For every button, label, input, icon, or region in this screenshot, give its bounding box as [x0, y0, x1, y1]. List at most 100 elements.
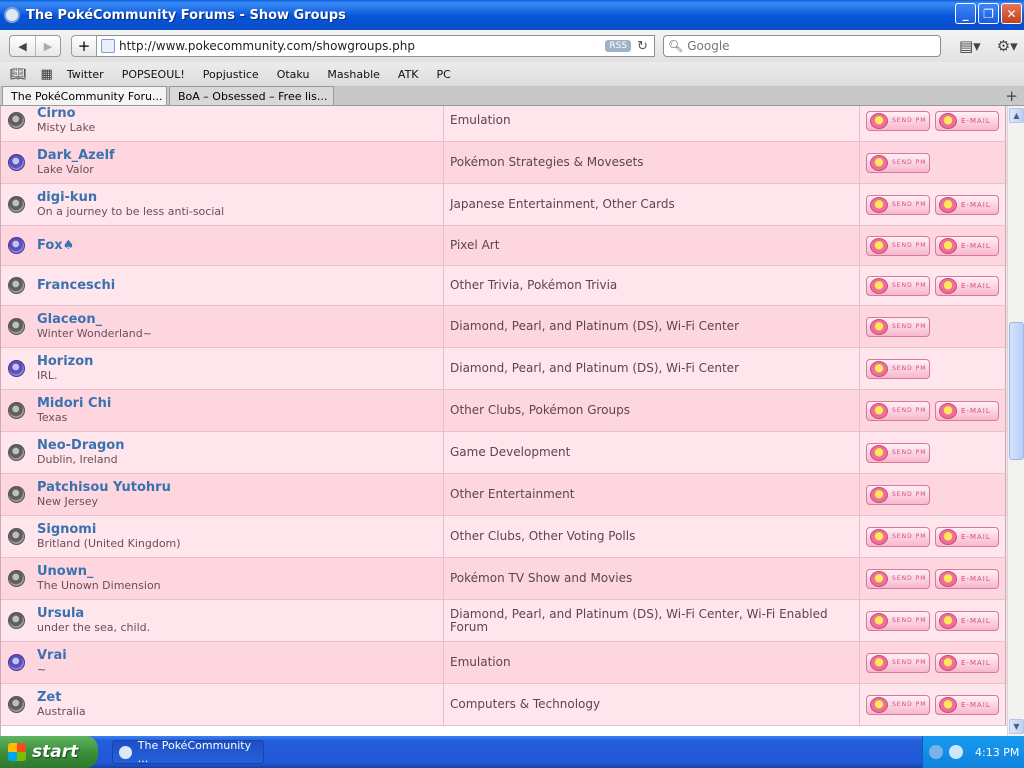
member-title: Dublin, Ireland [37, 452, 118, 466]
send-pm-button[interactable]: SEND PM [866, 694, 930, 715]
mascot-icon [939, 612, 957, 629]
member-title: IRL. [37, 368, 58, 382]
member-name-link[interactable]: Neo-Dragon [37, 438, 125, 453]
send-pm-button[interactable]: SEND PM [866, 442, 930, 463]
email-button[interactable]: E-MAIL [935, 400, 999, 421]
forward-button[interactable]: ▶ [35, 36, 60, 56]
taskbar-window-button[interactable]: The PokéCommunity ... [112, 739, 264, 765]
online-status-icon [8, 154, 25, 171]
tab-boa[interactable]: BoA – Obsessed – Free lis... [169, 86, 334, 105]
rss-button[interactable]: RSS [605, 40, 632, 52]
send-pm-button[interactable]: SEND PM [866, 358, 930, 379]
email-button[interactable]: E-MAIL [935, 568, 999, 589]
maximize-button[interactable]: ❐ [978, 3, 999, 24]
member-name-link[interactable]: Signomi [37, 522, 181, 537]
send-pm-button[interactable]: SEND PM [866, 235, 930, 256]
table-row: Midori Chi Texas Other Clubs, Pokémon Grou… [1, 390, 1007, 432]
bookmark-atk[interactable]: ATK [398, 68, 419, 81]
member-name-link[interactable]: Vrai [37, 648, 67, 663]
send-pm-button[interactable]: SEND PM [866, 400, 930, 421]
member-cell: Glaceon_ Winter Wonderland~ [1, 306, 444, 347]
open-book-icon[interactable]: 📖︎ [10, 67, 27, 82]
page-menu-icon[interactable]: ▤▾ [959, 37, 981, 55]
email-button[interactable]: E-MAIL [935, 610, 999, 631]
bookmark-mashable[interactable]: Mashable [327, 68, 379, 81]
browser-task-icon [119, 745, 132, 759]
start-button[interactable]: start [0, 736, 98, 768]
send-pm-button[interactable]: SEND PM [866, 526, 930, 547]
email-label: E-MAIL [961, 700, 991, 709]
email-button[interactable]: E-MAIL [935, 694, 999, 715]
reload-icon[interactable]: ↻ [637, 39, 648, 54]
member-name-link[interactable]: Fox♠ [37, 238, 74, 253]
member-name-link[interactable]: Cirno [37, 106, 95, 121]
send-pm-label: SEND PM [892, 575, 927, 582]
vertical-scrollbar[interactable]: ▲ ▼ [1007, 106, 1024, 736]
offline-status-icon [8, 696, 25, 713]
send-pm-button[interactable]: SEND PM [866, 610, 930, 631]
minimize-button[interactable]: _ [955, 3, 976, 24]
search-input[interactable] [687, 39, 928, 53]
email-button[interactable]: E-MAIL [935, 275, 999, 296]
actions-cell: SEND PM E-MAIL [860, 266, 1006, 305]
send-pm-button[interactable]: SEND PM [866, 484, 930, 505]
online-status-icon [8, 360, 25, 377]
email-button[interactable]: E-MAIL [935, 235, 999, 256]
scroll-thumb[interactable] [1009, 322, 1024, 460]
member-name-link[interactable]: Zet [37, 690, 86, 705]
scroll-down-button[interactable]: ▼ [1009, 719, 1024, 734]
member-name-link[interactable]: Ursula [37, 606, 150, 621]
tray-arrow-icon[interactable] [929, 745, 943, 759]
moderated-forums: Emulation [450, 655, 511, 669]
tray-app-icon[interactable] [949, 745, 963, 759]
offline-status-icon [8, 612, 25, 629]
actions-cell: SEND PM E-MAIL [860, 106, 1006, 141]
bookmark-popjustice[interactable]: Popjustice [203, 68, 259, 81]
send-pm-button[interactable]: SEND PM [866, 652, 930, 673]
mascot-icon [870, 612, 888, 629]
address-bar[interactable]: http://www.pokecommunity.com/showgroups.… [97, 35, 655, 57]
send-pm-button[interactable]: SEND PM [866, 110, 930, 131]
bookmark-popseoul[interactable]: POPSEOUL! [122, 68, 185, 81]
moderated-forums: Other Clubs, Other Voting Polls [450, 529, 636, 543]
close-button[interactable]: ✕ [1001, 3, 1022, 24]
bookmark-otaku[interactable]: Otaku [277, 68, 310, 81]
member-name-link[interactable]: Patchisou Yutohru [37, 480, 171, 495]
system-tray: 4:13 PM [922, 736, 1024, 768]
offline-status-icon [8, 112, 25, 129]
forums-cell: Other Entertainment [444, 474, 860, 515]
send-pm-label: SEND PM [892, 407, 927, 414]
search-icon[interactable]: 🔍︎ [668, 39, 683, 53]
address-url[interactable]: http://www.pokecommunity.com/showgroups.… [119, 39, 605, 53]
member-name-link[interactable]: Glaceon_ [37, 312, 152, 327]
send-pm-button[interactable]: SEND PM [866, 568, 930, 589]
gear-icon[interactable]: ⚙▾ [997, 37, 1018, 55]
new-tab-button[interactable]: + [1005, 87, 1018, 105]
email-button[interactable]: E-MAIL [935, 652, 999, 673]
member-name-link[interactable]: Franceschi [37, 278, 115, 293]
email-button[interactable]: E-MAIL [935, 194, 999, 215]
scroll-up-button[interactable]: ▲ [1009, 108, 1024, 123]
member-name-link[interactable]: Horizon [37, 354, 93, 369]
member-cell: Dark_Azelf Lake Valor [1, 142, 444, 183]
search-box[interactable]: 🔍︎ [663, 35, 941, 57]
start-label: start [32, 742, 79, 762]
offline-status-icon [8, 486, 25, 503]
send-pm-button[interactable]: SEND PM [866, 316, 930, 337]
grid-icon[interactable]: ▦ [41, 67, 53, 82]
send-pm-button[interactable]: SEND PM [866, 194, 930, 215]
back-button[interactable]: ◀ [10, 36, 35, 56]
member-name-link[interactable]: Dark_Azelf [37, 148, 115, 163]
add-bookmark-button[interactable]: + [71, 35, 97, 57]
offline-status-icon [8, 402, 25, 419]
send-pm-button[interactable]: SEND PM [866, 275, 930, 296]
member-name-link[interactable]: Midori Chi [37, 396, 111, 411]
tab-pokecommunity[interactable]: The PokéCommunity Foru... [2, 86, 167, 105]
member-name-link[interactable]: Unown_ [37, 564, 161, 579]
bookmark-twitter[interactable]: Twitter [67, 68, 104, 81]
send-pm-button[interactable]: SEND PM [866, 152, 930, 173]
member-name-link[interactable]: digi-kun [37, 190, 224, 205]
bookmark-pc[interactable]: PC [437, 68, 451, 81]
email-button[interactable]: E-MAIL [935, 526, 999, 547]
email-button[interactable]: E-MAIL [935, 110, 999, 131]
